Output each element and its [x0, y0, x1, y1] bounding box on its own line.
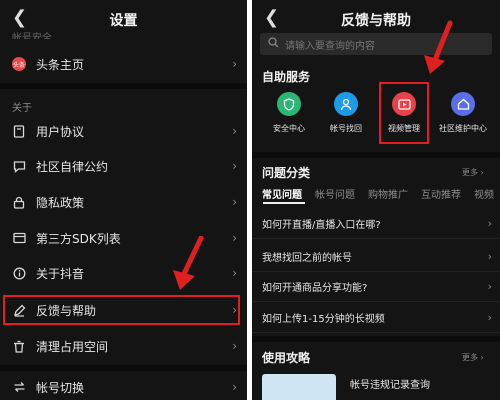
user-icon — [334, 92, 358, 116]
settings-item-label: 用户协议 — [36, 124, 85, 139]
section-label-account: 帐号安全 — [12, 33, 52, 39]
categories-title: 问题分类 — [262, 166, 311, 180]
list-icon — [12, 231, 26, 245]
question-row[interactable]: 如何上传1-15分钟的长视频 › — [252, 302, 500, 333]
more-label: 更多 — [462, 353, 478, 362]
settings-item-community[interactable]: 社区自律公约 › — [0, 151, 247, 181]
service-security-center[interactable]: 安全中心 — [262, 92, 316, 134]
search-placeholder: 请输入要查询的内容 — [285, 40, 375, 52]
feedback-screen: ❮ 反馈与帮助 请输入要查询的内容 自助服务 安全中心 帐号找回 视频管理 社区… — [252, 0, 500, 400]
settings-item-label: 社区自律公约 — [36, 159, 109, 174]
divider — [0, 365, 247, 371]
service-label: 帐号找回 — [330, 124, 362, 133]
tab-common-questions[interactable]: 常见问题 — [262, 186, 302, 201]
chevron-right-icon: › — [487, 249, 492, 263]
settings-item-user-agreement[interactable]: 用户协议 › — [0, 116, 247, 146]
tab-video[interactable]: 视频 — [474, 186, 494, 201]
settings-item-label: 帐号切换 — [36, 380, 85, 395]
feedback-highlight-box — [3, 295, 240, 325]
info-icon — [12, 266, 26, 280]
chevron-right-icon: › — [232, 159, 237, 173]
question-label: 如何上传1-15分钟的长视频 — [262, 313, 385, 325]
trash-icon — [12, 339, 26, 353]
divider — [252, 152, 500, 158]
book-icon — [12, 124, 26, 138]
divider — [252, 336, 500, 342]
chevron-right-icon: › — [487, 216, 492, 230]
service-label: 安全中心 — [273, 124, 305, 133]
tab-account-questions[interactable]: 帐号问题 — [315, 186, 355, 201]
red-arrow-annotation — [424, 20, 453, 74]
settings-item-switch-account[interactable]: 帐号切换 › — [0, 372, 247, 400]
question-label: 如何开直播/直播入口在哪? — [262, 219, 381, 231]
category-tabs: 常见问题 帐号问题 购物推广 互动推荐 视频 — [262, 186, 500, 201]
question-row[interactable]: 我想找回之前的帐号 › — [252, 241, 500, 272]
section-label-about: 关于 — [12, 103, 32, 114]
chevron-right-icon: › — [232, 124, 237, 138]
tab-shopping-promotion[interactable]: 购物推广 — [368, 186, 408, 201]
question-row[interactable]: 如何开直播/直播入口在哪? › — [252, 208, 500, 239]
settings-item-label: 清理占用空间 — [36, 339, 109, 354]
switch-icon — [12, 380, 26, 394]
chevron-right-icon: › — [232, 380, 237, 394]
question-label: 如何开通商品分享功能? — [262, 282, 368, 294]
question-label: 我想找回之前的帐号 — [262, 252, 352, 264]
service-label: 社区维护中心 — [439, 124, 487, 133]
chevron-right-icon: › — [232, 195, 237, 209]
search-icon — [268, 37, 279, 51]
lock-icon — [12, 195, 26, 209]
settings-item-privacy[interactable]: 隐私政策 › — [0, 187, 247, 217]
page-title: 设置 — [109, 13, 138, 29]
chat-icon — [12, 159, 26, 173]
divider — [0, 83, 247, 89]
settings-item-toutiao[interactable]: 头条 头条主页 › — [0, 49, 247, 79]
chevron-right-icon: › — [487, 310, 492, 324]
home-icon — [451, 92, 475, 116]
settings-item-label: 头条主页 — [36, 57, 85, 72]
service-account-recovery[interactable]: 帐号找回 — [319, 92, 373, 134]
guide-item-label[interactable]: 帐号违规记录查询 — [350, 376, 430, 391]
tab-interaction-recommend[interactable]: 互动推荐 — [421, 186, 461, 201]
question-row[interactable]: 如何开通商品分享功能? › — [252, 271, 500, 302]
service-community-center[interactable]: 社区维护中心 — [436, 92, 490, 134]
settings-screen: ❮ 设置 帐号安全 头条 头条主页 › 关于 用户协议 › 社区自律公约 › 隐… — [0, 0, 247, 400]
video-management-highlight-box — [379, 82, 429, 144]
active-tab-indicator — [263, 202, 305, 204]
red-arrow-annotation — [173, 236, 204, 290]
chevron-right-icon: › — [232, 339, 237, 353]
page-title: 反馈与帮助 — [341, 13, 411, 29]
categories-more-link[interactable]: 更多 › — [462, 167, 484, 178]
settings-item-label: 隐私政策 — [36, 195, 85, 210]
self-service-title: 自助服务 — [262, 70, 311, 84]
toutiao-badge-icon: 头条 — [12, 57, 26, 71]
chevron-right-icon: › — [232, 266, 237, 280]
shield-icon — [277, 92, 301, 116]
chevron-right-icon: › — [232, 231, 237, 245]
guide-thumbnail[interactable] — [262, 374, 336, 400]
guide-title: 使用攻略 — [262, 351, 311, 365]
chevron-right-icon: › — [232, 57, 237, 71]
chevron-right-icon: › — [487, 279, 492, 293]
guide-more-link[interactable]: 更多 › — [462, 352, 484, 363]
settings-item-clear-space[interactable]: 清理占用空间 › — [0, 331, 247, 361]
more-label: 更多 — [462, 168, 478, 177]
